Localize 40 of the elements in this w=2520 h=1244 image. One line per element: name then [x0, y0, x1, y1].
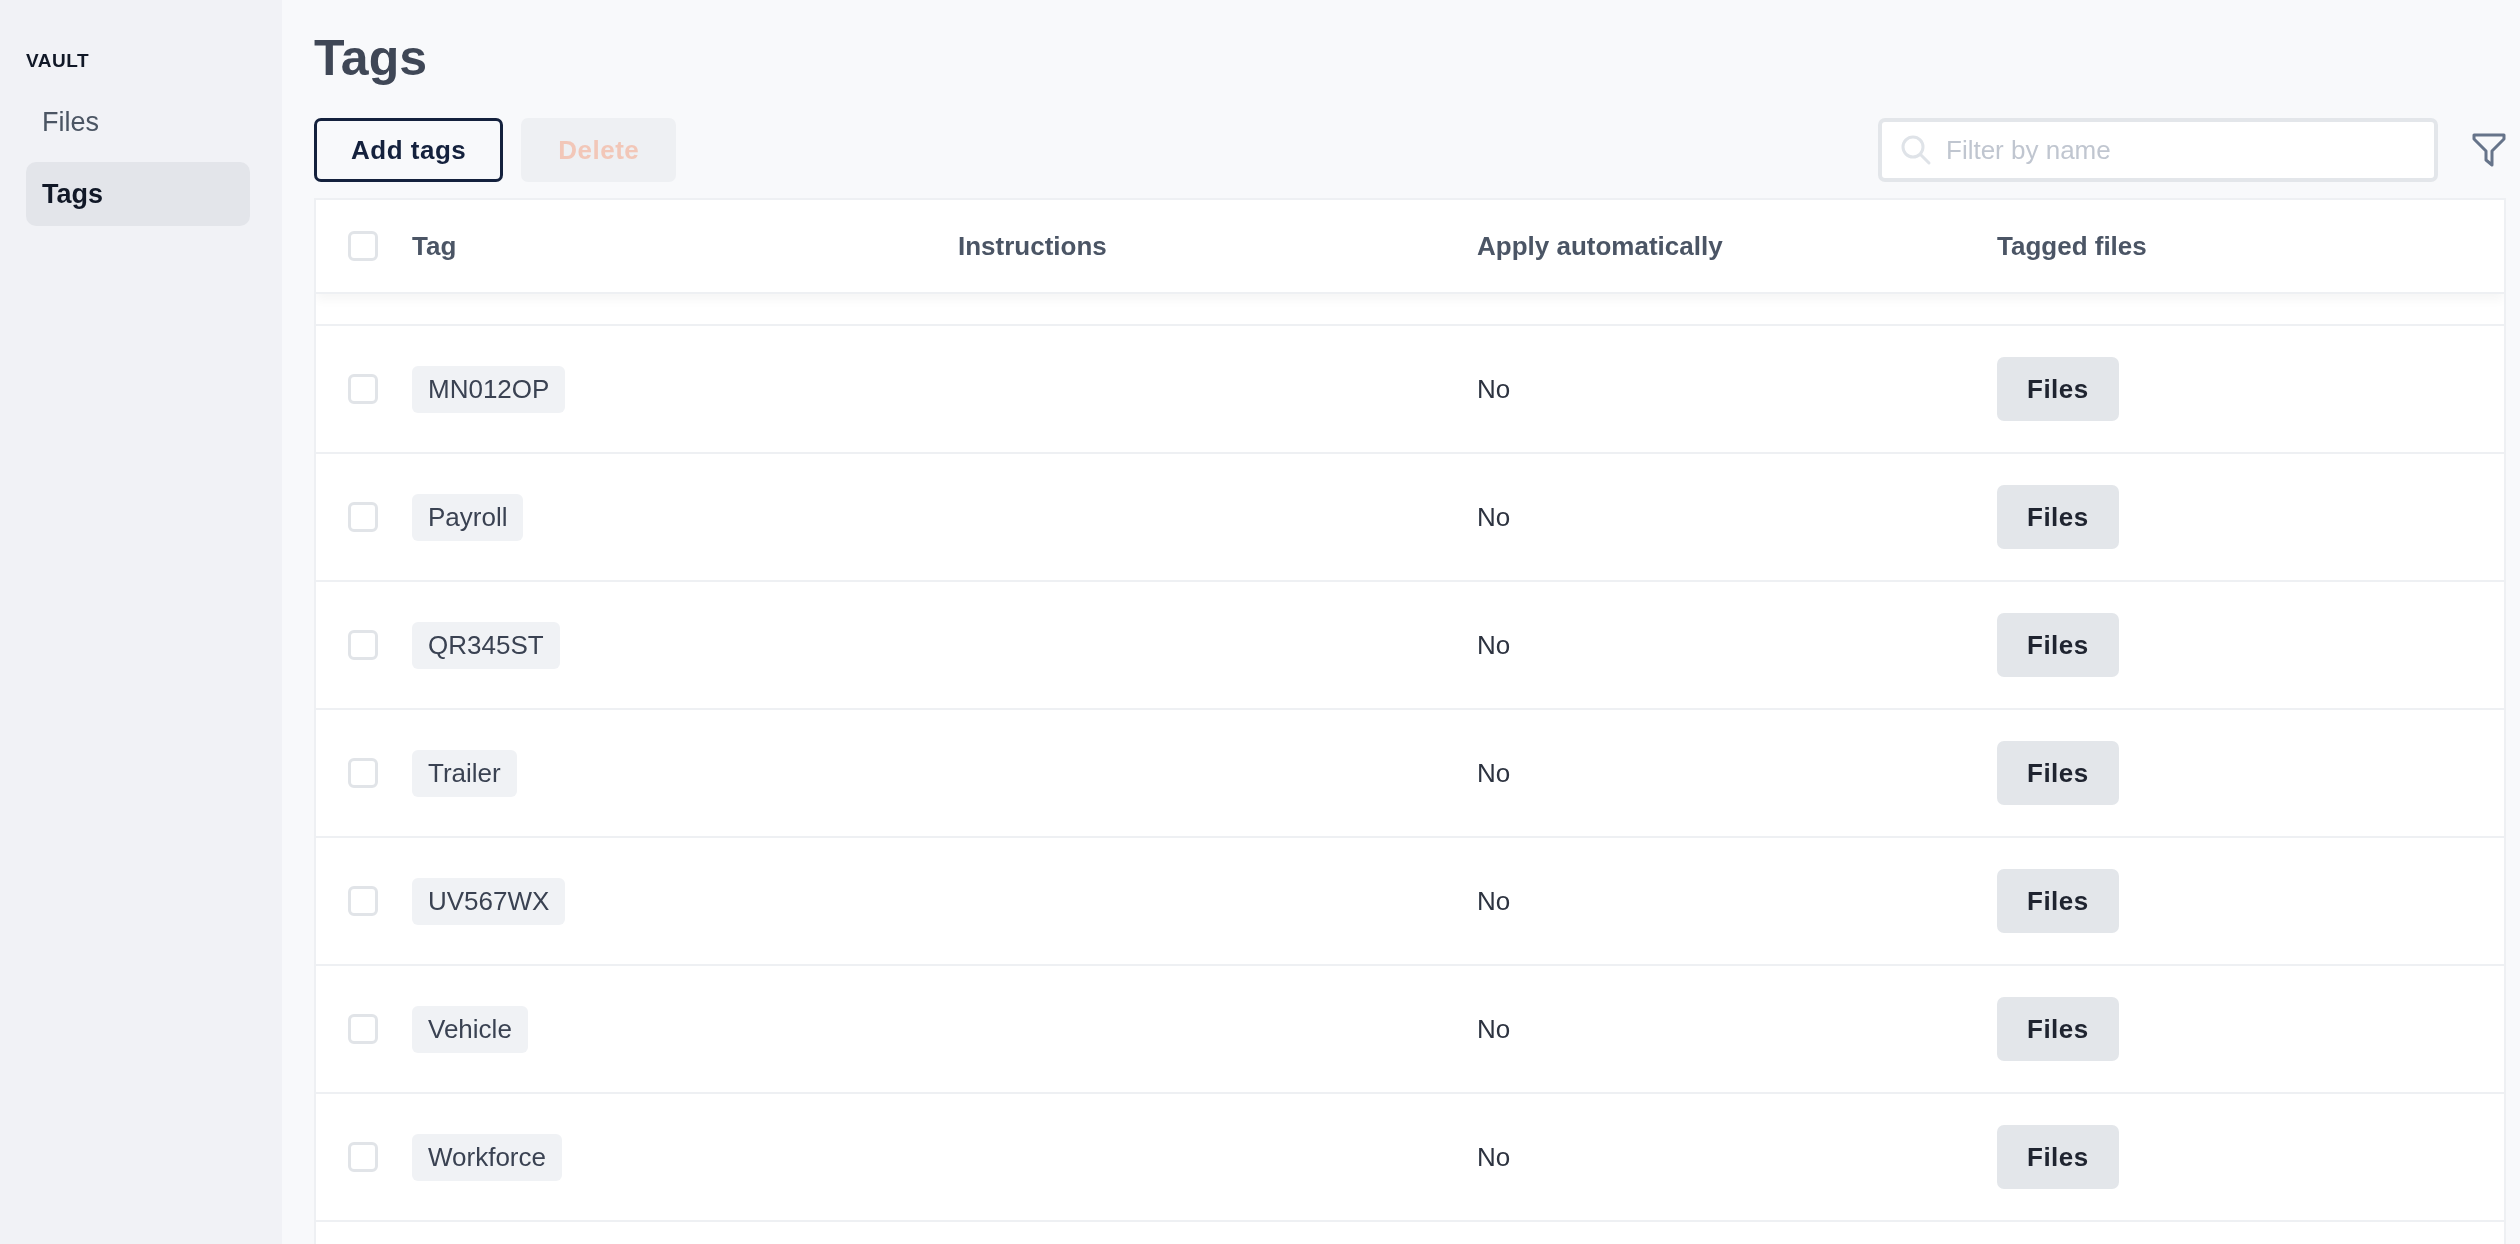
column-header: Apply automatically	[1477, 230, 1724, 262]
sidebar-item[interactable]: Tags	[26, 162, 250, 226]
toolbar-button[interactable]: Add tags	[314, 118, 504, 182]
checkbox[interactable]	[348, 374, 378, 404]
files-button[interactable]: Files	[1997, 357, 2119, 421]
files-button[interactable]: Files	[1997, 997, 2119, 1061]
page-title: Tags	[314, 29, 428, 88]
tag-chip: MN012OP	[412, 365, 566, 413]
tag-chip: Workforce	[412, 1133, 562, 1181]
files-button[interactable]: Files	[1997, 613, 2119, 677]
checkbox[interactable]	[348, 231, 378, 261]
table-cell-text: No	[1477, 1013, 1512, 1045]
search-field[interactable]: Filter by name	[1878, 118, 2438, 182]
sidebar-item[interactable]: Files	[26, 90, 250, 154]
files-button[interactable]: Files	[1997, 1125, 2119, 1189]
tag-chip: Payroll	[412, 493, 524, 541]
table-cell-text: No	[1477, 757, 1512, 789]
checkbox[interactable]	[348, 502, 378, 532]
section-heading: VAULT	[26, 50, 90, 72]
table-cell-text: No	[1477, 501, 1512, 533]
table-cell-text: No	[1477, 885, 1512, 917]
filter-icon[interactable]	[2472, 132, 2506, 168]
checkbox[interactable]	[348, 886, 378, 916]
tag-chip: UV567WX	[412, 877, 566, 925]
tag-chip: Trailer	[412, 749, 517, 797]
column-header: Tag	[412, 230, 458, 262]
column-header: Instructions	[958, 230, 1108, 262]
files-button[interactable]: Files	[1997, 869, 2119, 933]
table-cell-text: No	[1477, 629, 1512, 661]
table-cell-text: No	[1477, 1141, 1512, 1173]
checkbox[interactable]	[348, 1014, 378, 1044]
files-button[interactable]: Files	[1997, 741, 2119, 805]
column-header: Tagged files	[1997, 230, 2148, 262]
checkbox[interactable]	[348, 758, 378, 788]
files-button[interactable]: Files	[1997, 485, 2119, 549]
tag-chip: Vehicle	[412, 1005, 528, 1053]
checkbox[interactable]	[348, 1142, 378, 1172]
table-cell-text: No	[1477, 373, 1512, 405]
tag-chip: QR345ST	[412, 621, 560, 669]
checkbox[interactable]	[348, 630, 378, 660]
